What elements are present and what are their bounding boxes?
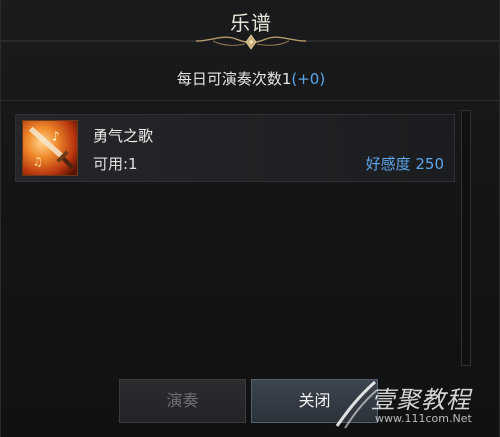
daily-play-bonus: (+0) [291,70,326,88]
daily-play-count-text: 每日可演奏次数1 [176,70,292,88]
close-button[interactable]: 关闭 [251,379,378,423]
watermark-text: 壹聚教程 [371,386,471,414]
song-name: 勇气之歌 [93,127,154,145]
play-button[interactable]: 演奏 [119,379,246,423]
song-affinity: 好感度 250 [365,155,444,173]
song-available-count: 可用:1 [93,155,138,173]
svg-text:♫: ♫ [33,154,43,168]
watermark-url: www.111com.Net [375,412,472,425]
header-divider [1,100,499,101]
song-list: ♪ ♫ 勇气之歌 可用:1 好感度 250 [15,108,455,366]
music-sword-icon: ♪ ♫ [22,120,78,176]
title-ornament-icon [1,34,499,50]
song-row-courage[interactable]: ♪ ♫ 勇气之歌 可用:1 好感度 250 [15,114,455,182]
sheet-music-dialog: 乐谱 每日可演奏次数1(+0) ♪ ♫ 勇气之歌 可用:1 好感度 250 演奏… [0,0,500,437]
daily-play-count: 每日可演奏次数1(+0) [1,68,499,89]
song-list-scrollbar[interactable] [461,110,471,366]
svg-text:♪: ♪ [52,128,60,143]
